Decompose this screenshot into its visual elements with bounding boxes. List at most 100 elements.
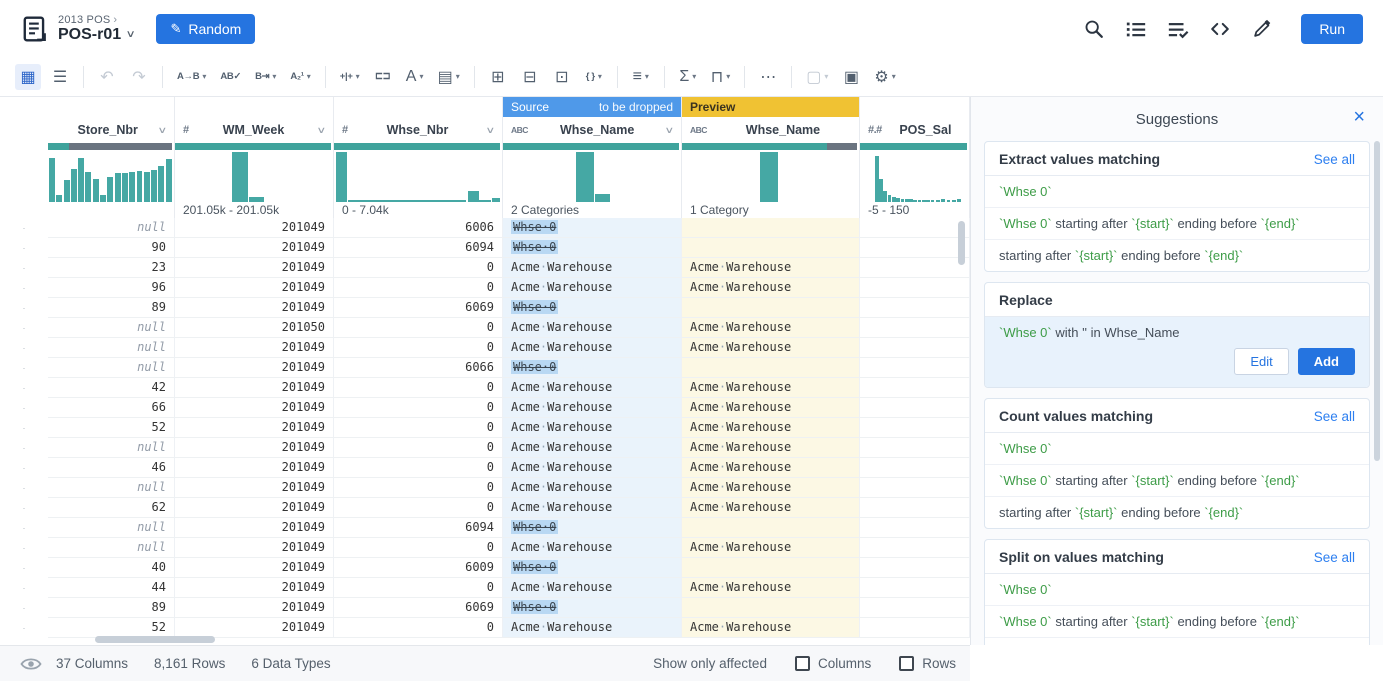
suggestion-item[interactable]: `Whse 0` starting after `{start}` ending…: [985, 465, 1369, 497]
cell-pos[interactable]: [860, 438, 970, 458]
cell-whse[interactable]: 6006: [334, 218, 503, 238]
row-handle[interactable]: ·: [0, 498, 48, 518]
cell-store[interactable]: 89: [48, 298, 175, 318]
row-handle[interactable]: ·: [0, 218, 48, 238]
histogram-bar[interactable]: [936, 200, 940, 202]
cell-whse[interactable]: 6069: [334, 598, 503, 618]
histogram-bar[interactable]: [931, 200, 935, 202]
cell-prev[interactable]: [682, 358, 860, 378]
run-button[interactable]: Run: [1301, 14, 1363, 44]
row-handle[interactable]: ·: [0, 278, 48, 298]
cell-pos[interactable]: [860, 518, 970, 538]
cell-whse[interactable]: 0: [334, 338, 503, 358]
histogram-bar[interactable]: [879, 179, 883, 202]
cell-prev[interactable]: [682, 298, 860, 318]
matched-value[interactable]: Whse·0: [511, 240, 558, 254]
nest-button[interactable]: { }▾: [581, 64, 607, 90]
histogram-bar[interactable]: [492, 198, 500, 202]
grid-view-button[interactable]: ▦: [15, 64, 41, 90]
suggestion-item[interactable]: starting after `{start}` ending before `…: [985, 638, 1369, 645]
filter-button[interactable]: ≡▾: [628, 64, 654, 90]
column-header-whse[interactable]: #Whse_Nbr∨: [334, 117, 502, 143]
cell-whse[interactable]: 0: [334, 538, 503, 558]
cell-pos[interactable]: [860, 258, 970, 278]
row-handle[interactable]: ·: [0, 438, 48, 458]
histogram-bar[interactable]: [137, 171, 143, 202]
matched-value[interactable]: Whse·0: [511, 220, 558, 234]
table-row[interactable]: ·442010490Acme·WarehouseAcme·Warehouse: [0, 578, 970, 598]
pivot-button[interactable]: ⊓▾: [707, 64, 735, 90]
add-button[interactable]: Add: [1298, 348, 1355, 375]
data-quality-bar[interactable]: [860, 143, 967, 150]
cell-store[interactable]: 62: [48, 498, 175, 518]
cell-store[interactable]: null: [48, 518, 175, 538]
column-header-src[interactable]: ABCWhse_Name∨: [503, 117, 681, 143]
histogram-bar[interactable]: [875, 156, 879, 202]
cell-src[interactable]: Whse·0: [503, 298, 682, 318]
cell-prev[interactable]: Acme·Warehouse: [682, 318, 860, 338]
cell-week[interactable]: 201049: [175, 218, 334, 238]
cell-week[interactable]: 201049: [175, 458, 334, 478]
cell-whse[interactable]: 0: [334, 578, 503, 598]
cell-store[interactable]: null: [48, 538, 175, 558]
sort-button[interactable]: A₂¹▾: [286, 64, 314, 90]
cell-src[interactable]: Acme·Warehouse: [503, 318, 682, 338]
table-row[interactable]: ·902010496094Whse·0: [0, 238, 970, 258]
column-menu-chevron-icon[interactable]: ∨: [486, 125, 496, 136]
cell-whse[interactable]: 0: [334, 498, 503, 518]
search-icon[interactable]: [1083, 18, 1105, 40]
cell-whse[interactable]: 0: [334, 438, 503, 458]
data-quality-bar[interactable]: [334, 143, 500, 150]
column-menu-chevron-icon[interactable]: ∨: [665, 125, 675, 136]
row-handle[interactable]: ·: [0, 238, 48, 258]
cell-whse[interactable]: 0: [334, 278, 503, 298]
cell-src[interactable]: Acme·Warehouse: [503, 478, 682, 498]
cell-week[interactable]: 201050: [175, 318, 334, 338]
cell-pos[interactable]: [860, 398, 970, 418]
replace-button[interactable]: A→B▾: [173, 64, 210, 90]
cell-week[interactable]: 201049: [175, 398, 334, 418]
split-button[interactable]: +|+▾: [336, 64, 364, 90]
cell-whse[interactable]: 6069: [334, 298, 503, 318]
cell-week[interactable]: 201049: [175, 498, 334, 518]
cell-prev[interactable]: Acme·Warehouse: [682, 398, 860, 418]
data-types-count[interactable]: 6 Data Types: [251, 656, 330, 671]
row-handle[interactable]: ·: [0, 458, 48, 478]
histogram-bar[interactable]: [151, 170, 157, 202]
cell-src[interactable]: Acme·Warehouse: [503, 258, 682, 278]
cell-pos[interactable]: [860, 558, 970, 578]
cell-pos[interactable]: [860, 298, 970, 318]
standardize-button[interactable]: AB✓: [216, 64, 245, 90]
cell-src[interactable]: Whse·0: [503, 218, 682, 238]
cell-pos[interactable]: [860, 618, 970, 638]
row-handle[interactable]: ·: [0, 398, 48, 418]
cell-prev[interactable]: Acme·Warehouse: [682, 478, 860, 498]
breadcrumb[interactable]: 2013 POS›: [58, 14, 134, 26]
cell-store[interactable]: 52: [48, 418, 175, 438]
histogram-bar[interactable]: [144, 172, 150, 202]
matched-value[interactable]: Whse·0: [511, 360, 558, 374]
cell-src[interactable]: Acme·Warehouse: [503, 458, 682, 478]
suggestion-item[interactable]: `Whse 0` starting after `{start}` ending…: [985, 208, 1369, 240]
cell-pos[interactable]: [860, 218, 970, 238]
cell-pos[interactable]: [860, 418, 970, 438]
column-histogram[interactable]: [861, 150, 968, 202]
histogram-bar[interactable]: [129, 172, 135, 202]
row-handle[interactable]: ·: [0, 258, 48, 278]
cell-week[interactable]: 201049: [175, 358, 334, 378]
histogram-bar[interactable]: [913, 200, 917, 202]
cell-src[interactable]: Acme·Warehouse: [503, 618, 682, 638]
column-menu-chevron-icon[interactable]: ∨: [158, 125, 168, 136]
suggestion-item[interactable]: `Whse 0` starting after `{start}` ending…: [985, 606, 1369, 638]
join-button[interactable]: ⊞: [485, 64, 511, 90]
histogram-bar[interactable]: [56, 195, 62, 202]
page-title[interactable]: POS-r01∨: [58, 26, 134, 44]
cell-prev[interactable]: Acme·Warehouse: [682, 418, 860, 438]
cell-week[interactable]: 201049: [175, 378, 334, 398]
cell-src[interactable]: Acme·Warehouse: [503, 438, 682, 458]
quality-valid[interactable]: [503, 143, 679, 150]
cell-whse[interactable]: 0: [334, 318, 503, 338]
cell-whse[interactable]: 0: [334, 418, 503, 438]
row-handle[interactable]: ·: [0, 578, 48, 598]
cell-store[interactable]: null: [48, 438, 175, 458]
